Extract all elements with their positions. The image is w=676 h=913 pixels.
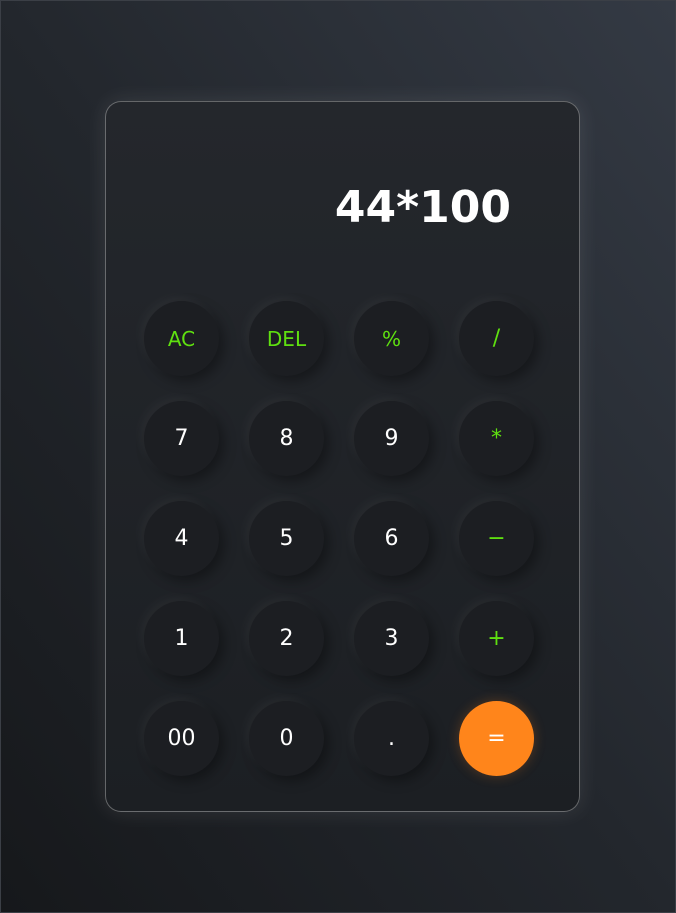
double-zero-button[interactable]: 00 bbox=[144, 701, 219, 776]
calculator-display: 44*100 bbox=[334, 182, 511, 233]
calculator-panel: 44*100 AC DEL % / 7 8 9 * 4 5 6 − 1 2 3 … bbox=[105, 101, 580, 812]
decimal-point-button[interactable]: . bbox=[354, 701, 429, 776]
delete-button[interactable]: DEL bbox=[249, 301, 324, 376]
digit-6-button[interactable]: 6 bbox=[354, 501, 429, 576]
digit-7-button[interactable]: 7 bbox=[144, 401, 219, 476]
keypad: AC DEL % / 7 8 9 * 4 5 6 − 1 2 3 + 00 0 … bbox=[144, 301, 534, 776]
divide-button[interactable]: / bbox=[459, 301, 534, 376]
digit-8-button[interactable]: 8 bbox=[249, 401, 324, 476]
digit-0-button[interactable]: 0 bbox=[249, 701, 324, 776]
subtract-button[interactable]: − bbox=[459, 501, 534, 576]
digit-5-button[interactable]: 5 bbox=[249, 501, 324, 576]
digit-2-button[interactable]: 2 bbox=[249, 601, 324, 676]
digit-4-button[interactable]: 4 bbox=[144, 501, 219, 576]
digit-1-button[interactable]: 1 bbox=[144, 601, 219, 676]
clear-all-button[interactable]: AC bbox=[144, 301, 219, 376]
digit-3-button[interactable]: 3 bbox=[354, 601, 429, 676]
percent-button[interactable]: % bbox=[354, 301, 429, 376]
digit-9-button[interactable]: 9 bbox=[354, 401, 429, 476]
equals-button[interactable]: = bbox=[459, 701, 534, 776]
add-button[interactable]: + bbox=[459, 601, 534, 676]
multiply-button[interactable]: * bbox=[459, 401, 534, 476]
